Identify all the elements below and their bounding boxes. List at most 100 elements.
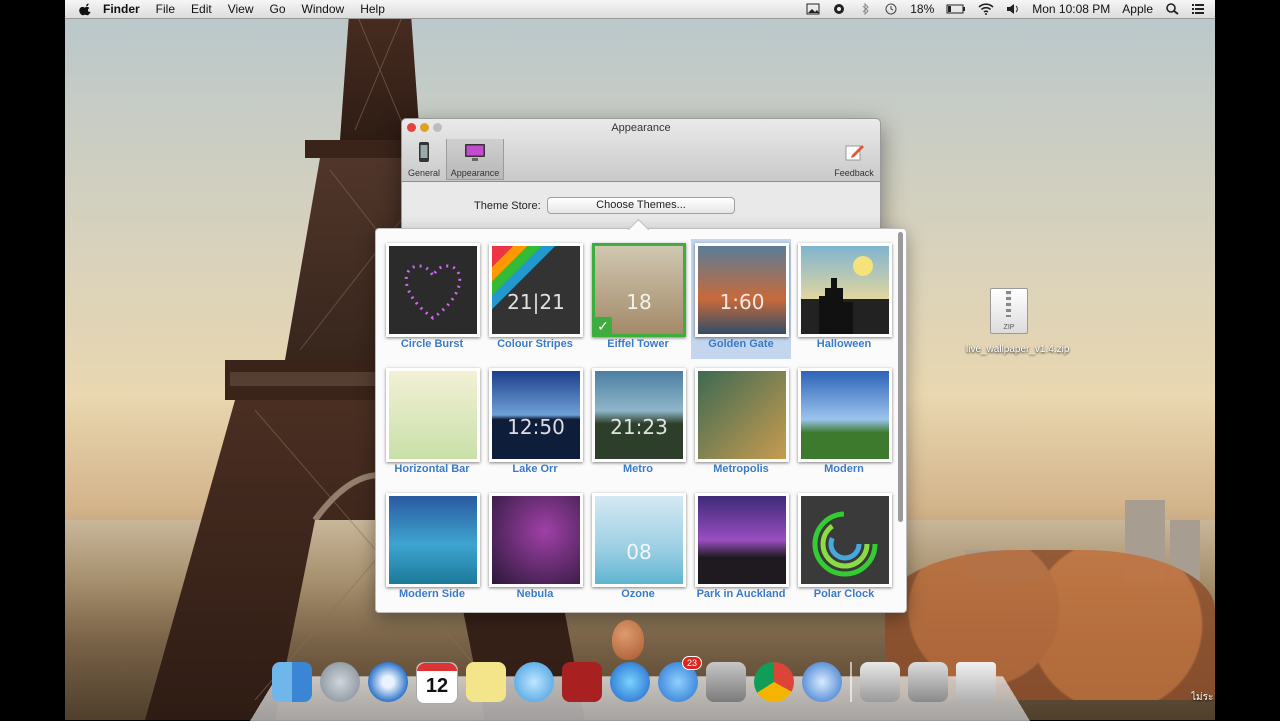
theme-name-label[interactable]: Halloween bbox=[794, 338, 894, 350]
theme-thumbnail[interactable]: 1:60 bbox=[695, 243, 789, 337]
theme-thumbnail[interactable] bbox=[798, 368, 892, 462]
theme-tile[interactable]: Horizontal Bar bbox=[382, 364, 482, 484]
toolbar-feedback-button[interactable]: Feedback bbox=[830, 139, 878, 178]
theme-tile[interactable]: 18 ✓ Eiffel Tower bbox=[588, 239, 688, 359]
toolbar-general-button[interactable]: General bbox=[404, 139, 444, 178]
theme-thumbnail[interactable] bbox=[798, 493, 892, 587]
stickies-notes-icon[interactable] bbox=[466, 662, 506, 702]
theme-tile[interactable]: Modern Side bbox=[382, 489, 482, 609]
menu-bar-extras: 18% Mon 10:08 PM Apple bbox=[806, 0, 1205, 18]
theme-thumbnail[interactable]: 21|21 bbox=[489, 243, 583, 337]
quicktime-icon[interactable] bbox=[802, 662, 842, 702]
theme-name-label[interactable]: Horizontal Bar bbox=[382, 463, 482, 475]
app-store-icon[interactable]: 23 bbox=[658, 656, 702, 702]
theme-name-label[interactable]: Metropolis bbox=[691, 463, 791, 475]
theme-name-label[interactable]: Modern Side bbox=[382, 588, 482, 600]
battery-icon[interactable] bbox=[946, 3, 966, 15]
popover-scrollbar[interactable] bbox=[898, 232, 903, 522]
messages-bubble-icon[interactable] bbox=[514, 662, 554, 702]
theme-thumbnail[interactable] bbox=[386, 493, 480, 587]
theme-name-label[interactable]: Metro bbox=[588, 463, 688, 475]
theme-thumbnail[interactable] bbox=[489, 493, 583, 587]
thumbnail-clock-art: 1:60 bbox=[719, 290, 765, 314]
theme-tile[interactable]: 21|21 Colour Stripes bbox=[485, 239, 585, 359]
theme-name-label[interactable]: Ozone bbox=[588, 588, 688, 600]
theme-thumbnail[interactable] bbox=[386, 243, 480, 337]
menu-help[interactable]: Help bbox=[360, 2, 385, 16]
zip-file-label[interactable]: live_wallpaper_v1.4.zip bbox=[966, 344, 1069, 355]
monitor-icon bbox=[465, 144, 485, 161]
zipper-icon bbox=[1006, 291, 1011, 317]
menu-view[interactable]: View bbox=[228, 2, 254, 16]
downloads-stack-icon[interactable] bbox=[908, 662, 948, 702]
theme-tile[interactable]: Polar Clock bbox=[794, 489, 894, 609]
sync-icon[interactable] bbox=[832, 3, 846, 15]
chrome-icon[interactable] bbox=[754, 662, 794, 702]
menu-window[interactable]: Window bbox=[302, 2, 345, 16]
menu-go[interactable]: Go bbox=[270, 2, 286, 16]
time-machine-icon[interactable] bbox=[884, 3, 898, 15]
wifi-icon[interactable] bbox=[978, 3, 994, 15]
theme-thumbnail[interactable] bbox=[798, 243, 892, 337]
notification-center-icon[interactable] bbox=[1191, 3, 1205, 15]
theme-thumbnail[interactable] bbox=[386, 368, 480, 462]
menu-file[interactable]: File bbox=[156, 2, 175, 16]
toolbar-feedback-label: Feedback bbox=[834, 168, 874, 178]
picture-icon[interactable] bbox=[806, 3, 820, 15]
system-preferences-gear-icon[interactable] bbox=[706, 662, 746, 702]
theme-tile[interactable]: Halloween bbox=[794, 239, 894, 359]
theme-name-label[interactable]: Modern bbox=[794, 463, 894, 475]
theme-name-label[interactable]: Eiffel Tower bbox=[588, 338, 688, 350]
theme-name-label[interactable]: Colour Stripes bbox=[485, 338, 585, 350]
feedback-pencil-icon bbox=[845, 145, 864, 161]
trash-icon[interactable] bbox=[956, 662, 996, 702]
zip-file-icon[interactable]: ZIP bbox=[990, 288, 1028, 334]
theme-thumbnail[interactable]: 12:50 bbox=[489, 368, 583, 462]
itunes-music-icon[interactable] bbox=[610, 662, 650, 702]
menu-edit[interactable]: Edit bbox=[191, 2, 212, 16]
calendar-icon[interactable]: 12 bbox=[416, 662, 458, 704]
castle-art bbox=[819, 256, 873, 334]
theme-name-label[interactable]: Lake Orr bbox=[485, 463, 585, 475]
theme-tile[interactable]: 21:23 Metro bbox=[588, 364, 688, 484]
theme-name-label[interactable]: Golden Gate bbox=[691, 338, 791, 350]
theme-tile[interactable]: Nebula bbox=[485, 489, 585, 609]
menu-user[interactable]: Apple bbox=[1122, 2, 1153, 16]
toolbar-appearance-button[interactable]: Appearance bbox=[446, 139, 504, 180]
theme-tile[interactable]: 12:50 Lake Orr bbox=[485, 364, 585, 484]
choose-themes-button[interactable]: Choose Themes... bbox=[547, 197, 735, 214]
active-checkmark-icon: ✓ bbox=[595, 317, 612, 334]
safari-compass-icon[interactable] bbox=[368, 662, 408, 702]
menu-clock[interactable]: Mon 10:08 PM bbox=[1032, 2, 1110, 16]
spotlight-search-icon[interactable] bbox=[1165, 3, 1179, 15]
theme-tile[interactable]: Modern bbox=[794, 364, 894, 484]
theme-tile[interactable]: 1:60 Golden Gate bbox=[691, 239, 791, 359]
hard-drive-icon[interactable] bbox=[860, 662, 900, 702]
launchpad-rocket-icon[interactable] bbox=[320, 662, 360, 702]
theme-thumbnail[interactable] bbox=[695, 493, 789, 587]
thumbnail-clock-art: 18 bbox=[626, 290, 652, 314]
window-titlebar: Appearance General Appearance Feedback bbox=[402, 119, 880, 182]
battery-percent[interactable]: 18% bbox=[910, 2, 934, 16]
apple-logo-icon[interactable] bbox=[79, 2, 93, 16]
theme-tile[interactable]: Park in Auckland bbox=[691, 489, 791, 609]
theme-thumbnail[interactable]: 08 bbox=[592, 493, 686, 587]
theme-name-label[interactable]: Circle Burst bbox=[382, 338, 482, 350]
thumbnail-clock-art: 21|21 bbox=[507, 290, 565, 314]
theme-name-label[interactable]: Nebula bbox=[485, 588, 585, 600]
partial-folder-label[interactable]: ไม่ระ folde bbox=[1191, 690, 1215, 705]
volume-icon[interactable] bbox=[1006, 3, 1020, 15]
theme-tile[interactable]: Metropolis bbox=[691, 364, 791, 484]
theme-thumbnail[interactable]: 18 ✓ bbox=[592, 243, 686, 337]
menu-app-finder[interactable]: Finder bbox=[103, 2, 140, 16]
theme-store-label: Theme Store: bbox=[474, 200, 541, 212]
theme-thumbnail[interactable]: 21:23 bbox=[592, 368, 686, 462]
theme-thumbnail[interactable] bbox=[695, 368, 789, 462]
photo-booth-icon[interactable] bbox=[562, 662, 602, 702]
finder-icon[interactable] bbox=[272, 662, 312, 702]
theme-tile[interactable]: 08 Ozone bbox=[588, 489, 688, 609]
theme-tile[interactable]: Circle Burst bbox=[382, 239, 482, 359]
bluetooth-icon[interactable] bbox=[858, 3, 872, 15]
theme-name-label[interactable]: Polar Clock bbox=[794, 588, 894, 600]
theme-name-label[interactable]: Park in Auckland bbox=[691, 588, 791, 600]
